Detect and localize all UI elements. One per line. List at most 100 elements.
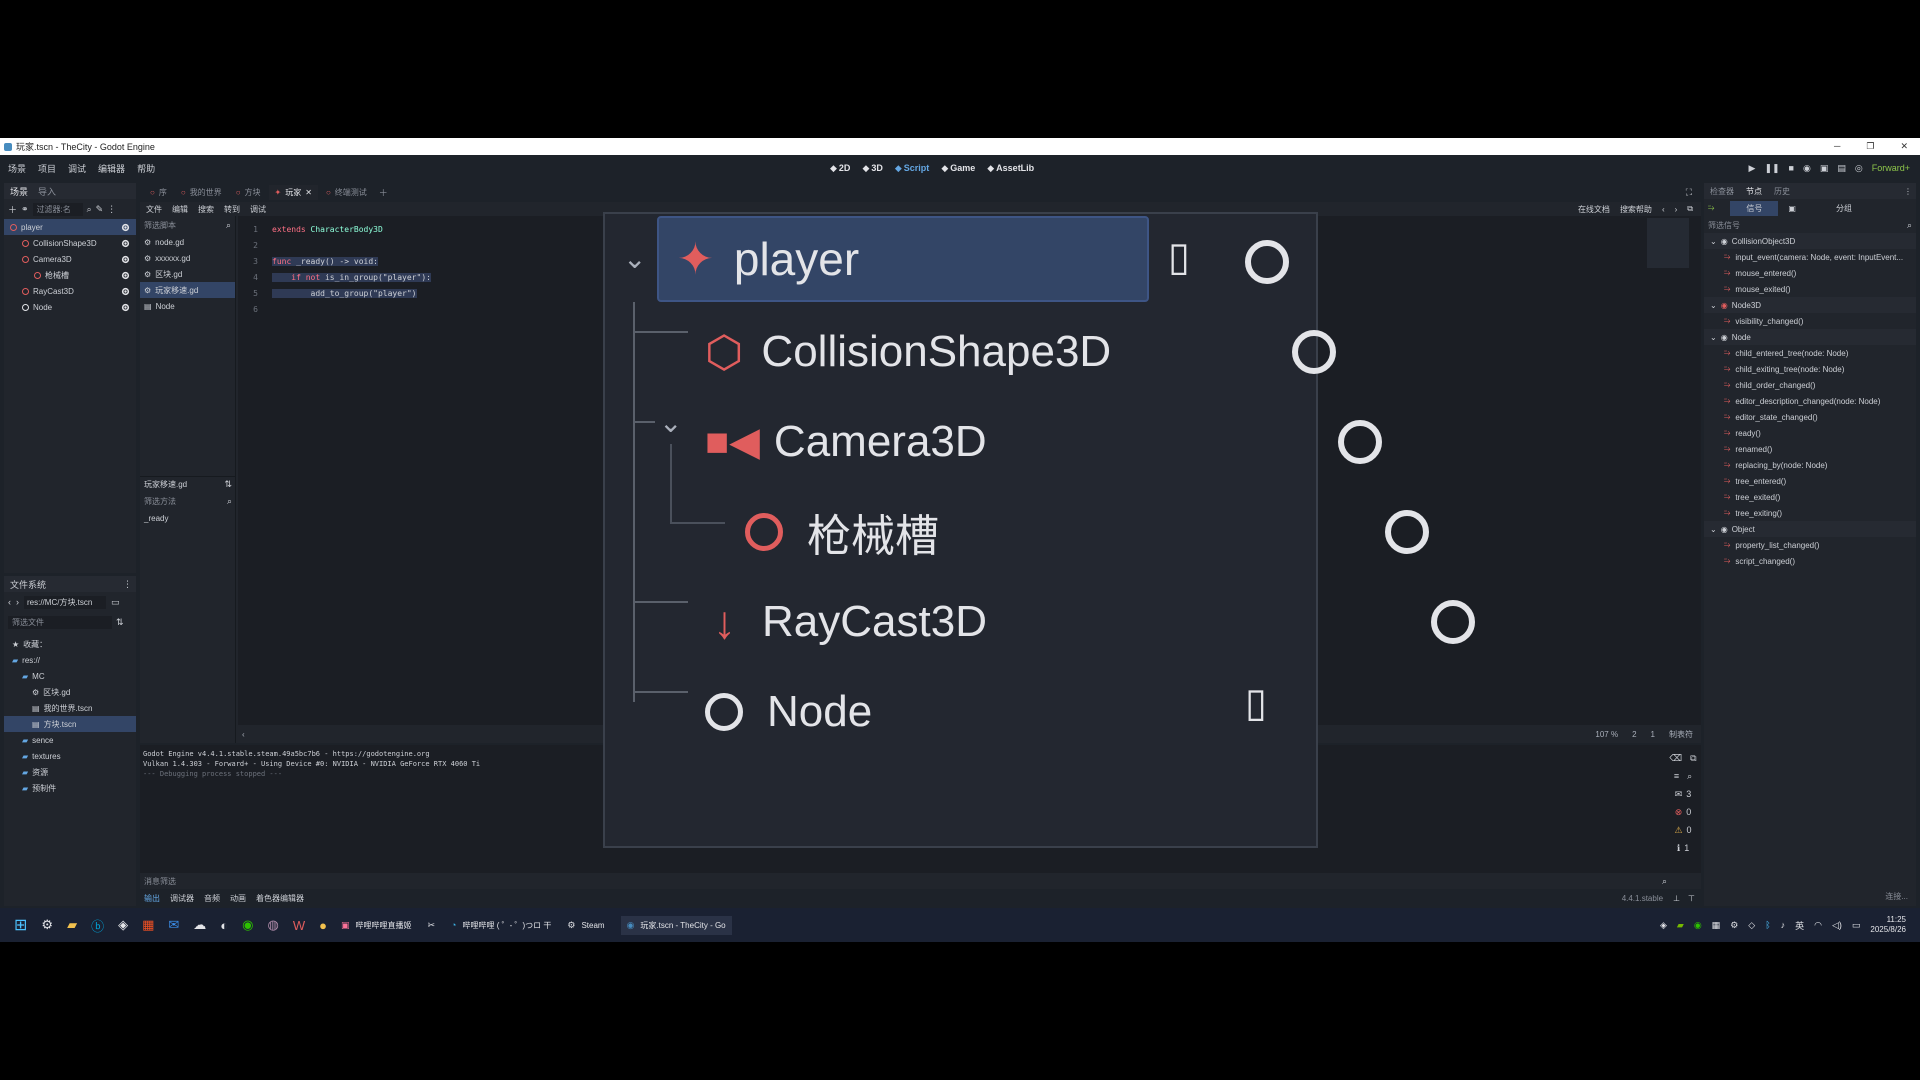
visibility-eye-icon[interactable] <box>1245 240 1289 284</box>
signal-item[interactable]: ⥲ replacing_by(node: Node) <box>1704 457 1916 473</box>
minimize-button[interactable]: ─ <box>1834 141 1840 152</box>
tab-signals[interactable]: 信号 <box>1730 200 1779 216</box>
scene-tab[interactable]: ○ 方块 <box>230 185 267 200</box>
play-scene-icon[interactable]: ▣ <box>1820 163 1829 174</box>
script-icon[interactable] <box>121 303 130 311</box>
restore-button[interactable]: ❐ <box>1866 141 1874 152</box>
steam-icon[interactable]: ⚙ <box>1730 920 1738 931</box>
script-filter-input[interactable]: 筛选脚本 <box>144 220 176 231</box>
signal-item[interactable]: ⥲ visibility_changed() <box>1704 313 1916 329</box>
fs-item[interactable]: ▤ 我的世界.tscn <box>4 700 136 716</box>
signal-item[interactable]: ⥲ mouse_entered() <box>1704 265 1916 281</box>
movie-icon[interactable]: ◎ <box>1855 163 1863 174</box>
signal-item[interactable]: ⥲ tree_exited() <box>1704 489 1916 505</box>
bottom-tab[interactable]: 着色器编辑器 <box>256 893 304 904</box>
visibility-eye-icon[interactable] <box>1291 330 1336 374</box>
scroll-left-icon[interactable]: ‹ <box>242 730 245 739</box>
remote-debug-icon[interactable]: ◉ <box>1803 163 1811 174</box>
split-view-icon[interactable]: ▭ <box>111 597 120 608</box>
wifi-icon[interactable]: ◠ <box>1814 920 1822 931</box>
scene-tab[interactable]: ○ 我的世界 <box>175 185 228 200</box>
tab-node[interactable]: 节点 <box>1746 186 1762 197</box>
output-filter-input[interactable]: 消息筛选 <box>144 876 176 887</box>
menu-item[interactable]: 帮助 <box>137 162 155 175</box>
menu-item[interactable]: 项目 <box>38 162 56 175</box>
wechat-icon[interactable]: ◉ <box>242 917 253 933</box>
microphone-icon[interactable]: ♪ <box>1781 920 1786 930</box>
scene-tab[interactable]: ○ 序 <box>144 185 173 200</box>
visibility-eye-icon[interactable] <box>121 287 130 295</box>
link-icon[interactable]: ⚭ <box>21 204 29 215</box>
visibility-eye-icon[interactable] <box>1431 600 1476 644</box>
fs-item[interactable]: ▰ MC <box>4 668 136 684</box>
zoom-label[interactable]: 107 % <box>1595 730 1618 739</box>
app-icon[interactable]: ◈ <box>118 917 128 933</box>
menu-item[interactable]: 编辑器 <box>98 162 125 175</box>
pin-icon[interactable]: ⊥ <box>1673 894 1680 903</box>
warning-count[interactable]: ⚠ 0 <box>1665 821 1701 839</box>
signal-group[interactable]: ⌄ ◉ Object <box>1704 521 1916 537</box>
tray-icon[interactable]: ▦ <box>1712 920 1721 931</box>
scene-node-0[interactable]: player <box>4 219 136 235</box>
script-list-item[interactable]: ▤ Node <box>140 298 235 314</box>
visibility-eye-icon[interactable] <box>121 271 130 279</box>
visibility-eye-icon[interactable] <box>121 239 130 247</box>
store-icon[interactable]: ▦ <box>142 917 154 933</box>
clock[interactable]: 11:25 2025/8/26 <box>1870 915 1906 935</box>
bottom-tab[interactable]: 动画 <box>230 893 246 904</box>
script-list-item[interactable]: ⚙ 玩家移速.gd <box>140 282 235 298</box>
cloud-icon[interactable]: ☁ <box>193 917 206 933</box>
signal-group[interactable]: ⌄ ◉ Node3D <box>1704 297 1916 313</box>
script-menu-item[interactable]: 编辑 <box>172 204 188 215</box>
volume-icon[interactable]: ◁) <box>1832 920 1842 931</box>
windows-start-icon[interactable]: ⊞ <box>14 915 27 935</box>
tab-scene[interactable]: 场景 <box>10 185 28 198</box>
battery-icon[interactable]: ▭ <box>1852 920 1861 931</box>
github-icon[interactable]: ◍ <box>267 917 278 933</box>
distraction-free-icon[interactable]: ⛶ <box>1686 187 1692 198</box>
menu-item[interactable]: 场景 <box>8 162 26 175</box>
stop-icon[interactable]: ■ <box>1789 163 1794 173</box>
file-filter-input[interactable]: 筛选文件 <box>8 615 112 629</box>
expand-panel-icon[interactable]: ⊤ <box>1688 894 1695 903</box>
forward-icon[interactable]: › <box>16 597 19 607</box>
fs-item[interactable]: ▰ sence <box>4 732 136 748</box>
tray-icon[interactable]: ◈ <box>1660 920 1667 931</box>
qq-icon[interactable]: ◐ <box>220 918 228 933</box>
bottom-tab[interactable]: 输出 <box>144 893 160 904</box>
fs-item[interactable]: ▰ 预制件 <box>4 780 136 796</box>
fs-item[interactable]: ▰ textures <box>4 748 136 764</box>
scene-tab[interactable]: ✦ 玩家 ✕ <box>268 184 318 200</box>
workspace-game[interactable]: ◆ Game <box>941 163 975 174</box>
signal-filter-input[interactable]: 筛选信号 <box>1708 220 1740 231</box>
mail-icon[interactable]: ✉ <box>168 917 179 933</box>
search-icon[interactable]: ⌕ <box>1687 771 1692 782</box>
steam-icon[interactable]: ⚙ <box>41 917 53 933</box>
signal-item[interactable]: ⥲ editor_description_changed(node: Node) <box>1704 393 1916 409</box>
error-count[interactable]: ⊗ 0 <box>1665 803 1701 821</box>
renderer-select[interactable]: Forward+ <box>1872 163 1910 173</box>
pause-icon[interactable]: ❚❚ <box>1764 163 1779 174</box>
signal-item[interactable]: ⥲ child_exiting_tree(node: Node) <box>1704 361 1916 377</box>
signal-item[interactable]: ⥲ input_event(camera: Node, event: InputE… <box>1704 249 1916 265</box>
scene-node-5[interactable]: Node <box>4 299 136 315</box>
attach-script-icon[interactable]: ✎ <box>96 204 104 215</box>
scene-node-1[interactable]: CollisionShape3D <box>4 235 136 251</box>
nvidia-icon[interactable]: ▰ <box>1677 920 1684 931</box>
signal-item[interactable]: ⥲ tree_exiting() <box>1704 505 1916 521</box>
back-icon[interactable]: ‹ <box>8 597 11 607</box>
fs-item[interactable]: ▤ 方块.tscn <box>4 716 136 732</box>
copy-icon[interactable]: ⧉ <box>1690 753 1696 764</box>
connect-button[interactable]: 连接... <box>1885 891 1908 902</box>
path-input[interactable]: res://MC/方块.tscn <box>24 595 106 609</box>
tray-icon[interactable]: ◇ <box>1748 920 1755 931</box>
visibility-eye-icon[interactable] <box>1338 420 1383 464</box>
search-help-button[interactable]: 搜索帮助 <box>1620 204 1652 215</box>
next-script-icon[interactable]: › <box>1675 205 1678 214</box>
tab-inspector[interactable]: 检查器 <box>1710 186 1734 197</box>
bilibili-icon[interactable]: ⓑ <box>91 916 104 935</box>
collapse-arrow-icon[interactable]: ⌄ <box>623 242 646 275</box>
visibility-eye-icon[interactable] <box>121 255 130 263</box>
taskbar-item[interactable]: ⚙ Steam <box>567 920 604 931</box>
script-menu-item[interactable]: 调试 <box>250 204 266 215</box>
